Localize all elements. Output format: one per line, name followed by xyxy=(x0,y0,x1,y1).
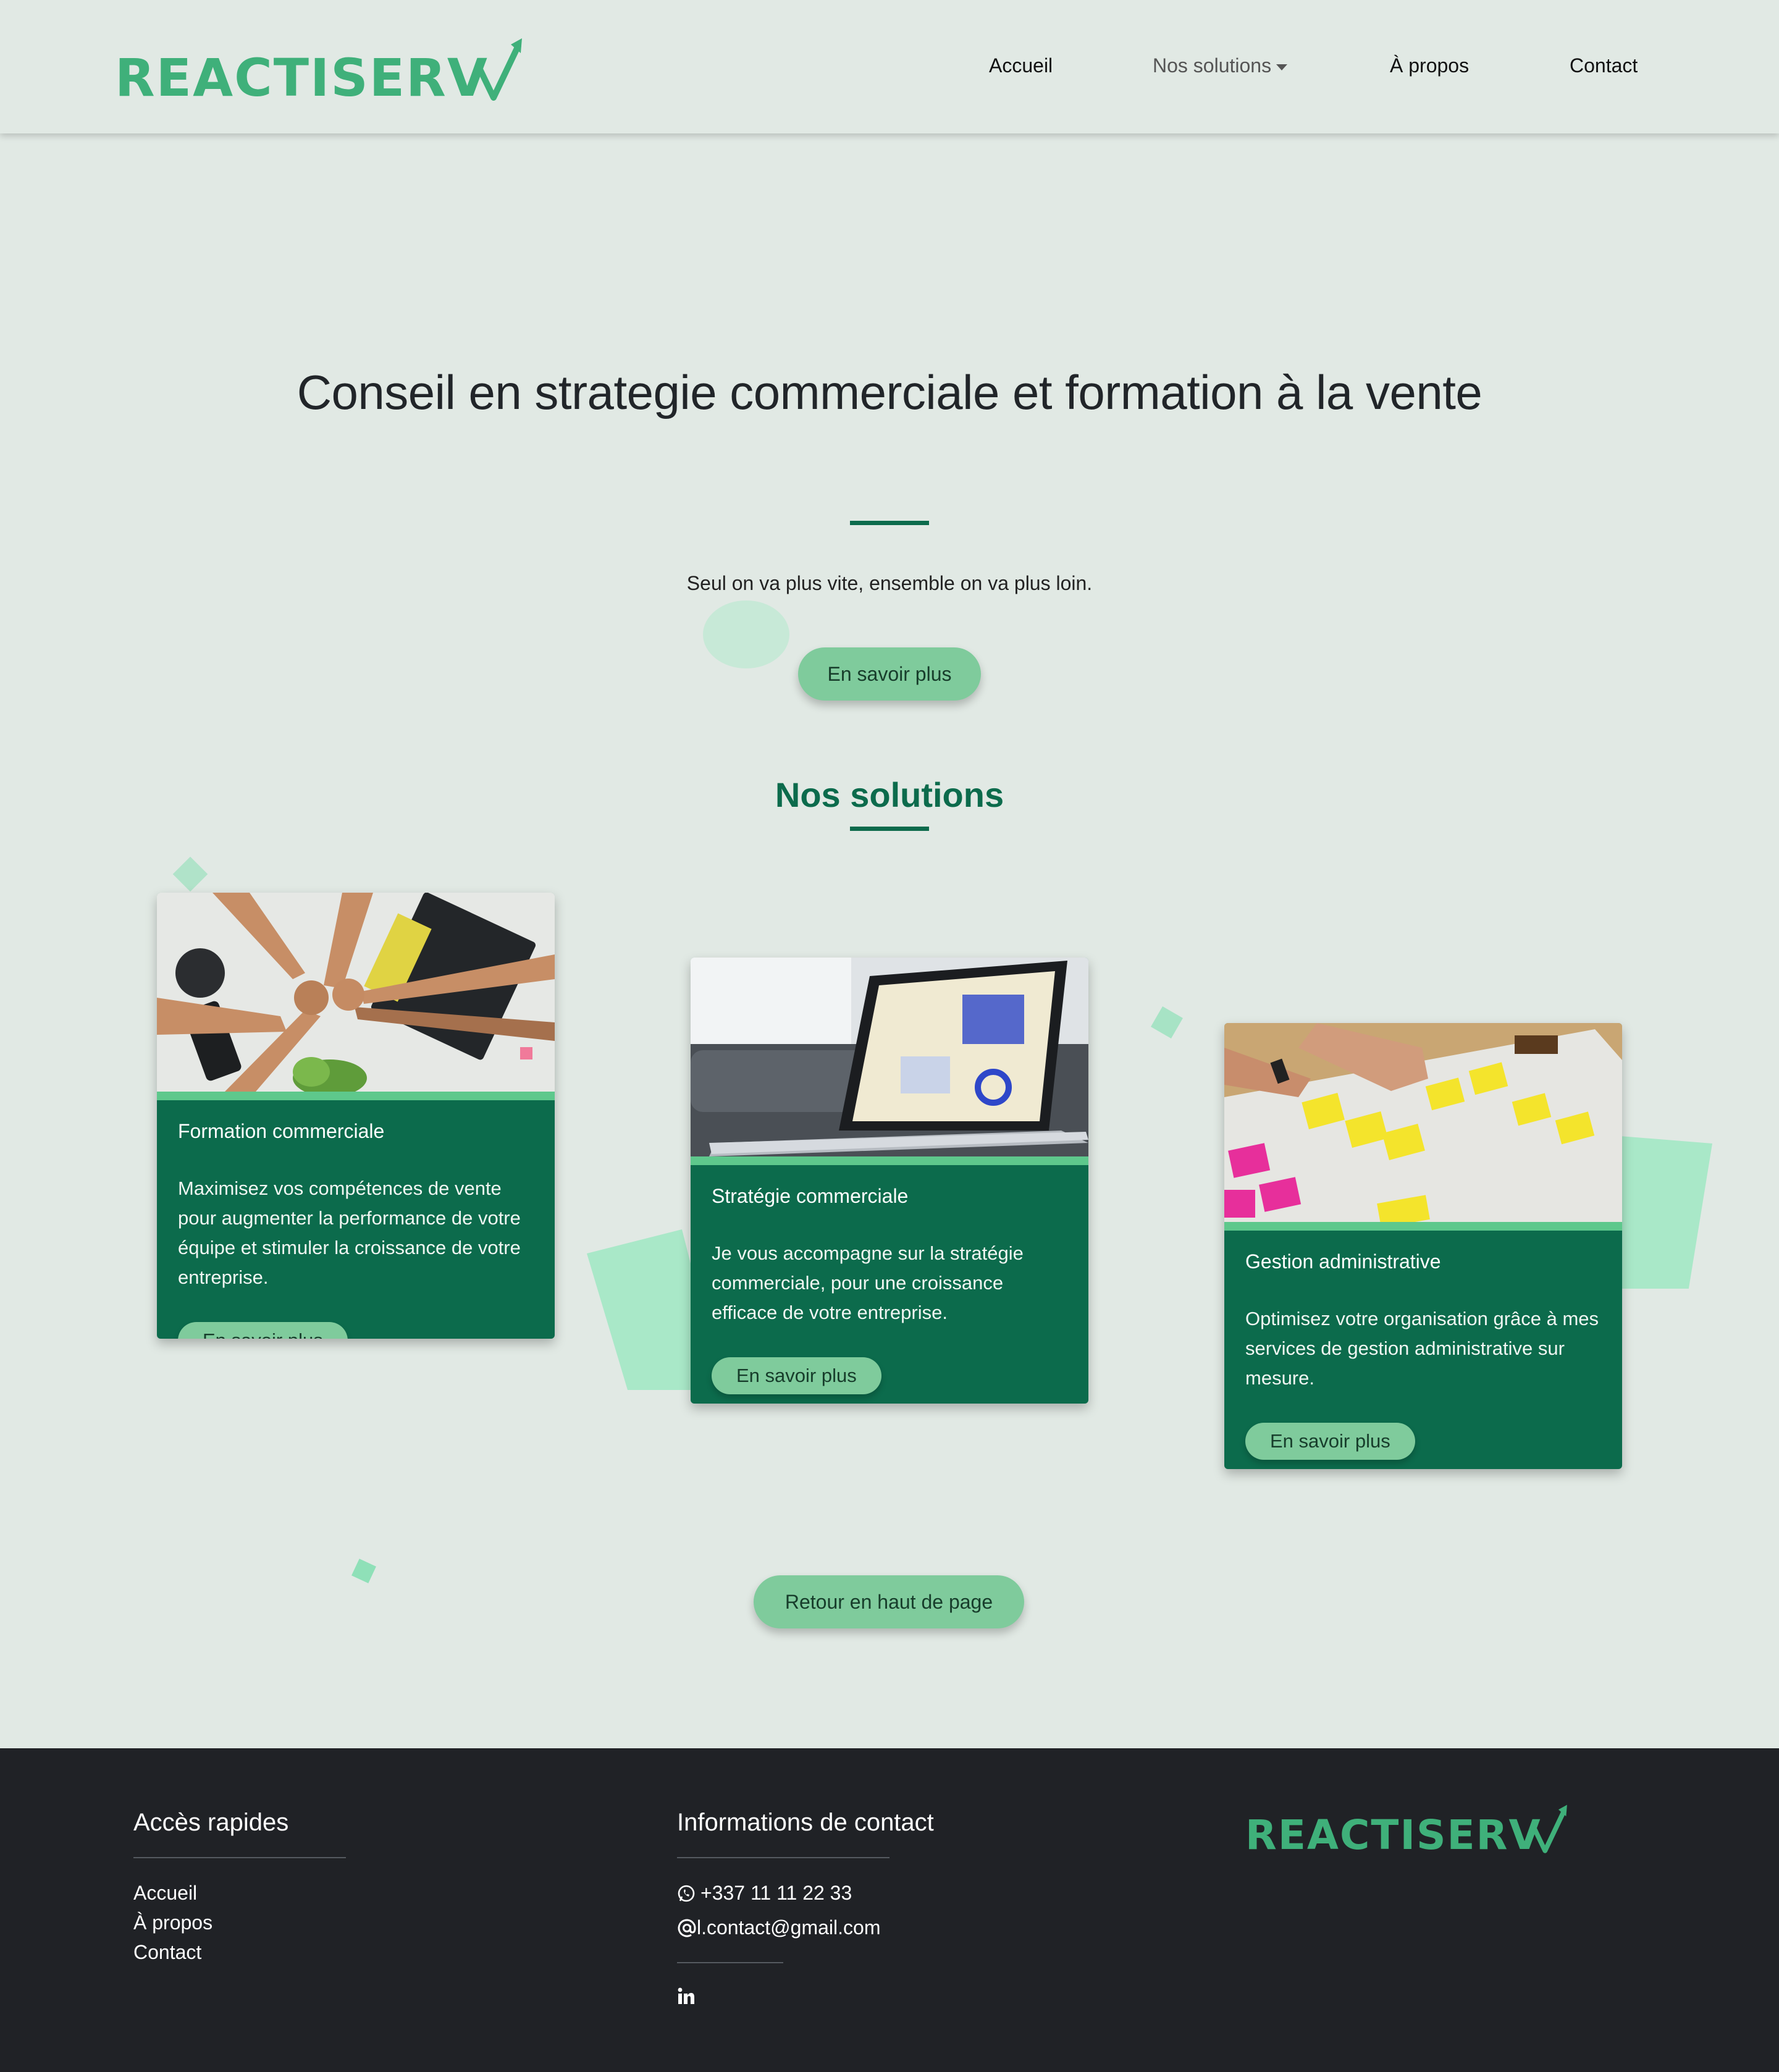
decorative-diamond xyxy=(351,1559,376,1583)
solutions-title: Nos solutions xyxy=(775,775,1004,814)
footer-link-a-propos[interactable]: À propos xyxy=(133,1911,212,1934)
back-to-top-button[interactable]: Retour en haut de page xyxy=(754,1575,1024,1628)
card-learn-more-button[interactable]: En savoir plus xyxy=(1245,1423,1415,1460)
footer-divider xyxy=(677,1962,783,1963)
laptop-dashboard-photo xyxy=(691,958,1088,1156)
card-accent-stripe xyxy=(157,1092,555,1100)
card-title: Gestion administrative xyxy=(1245,1250,1441,1273)
decorative-blob xyxy=(703,600,789,668)
footer-contact-title: Informations de contact xyxy=(677,1809,934,1836)
card-body: Formation commerciale Maximisez vos comp… xyxy=(157,1100,555,1339)
decorative-diamond xyxy=(172,856,208,892)
footer-phone-number: +337 11 11 22 33 xyxy=(700,1882,852,1904)
footer-quick-access-title: Accès rapides xyxy=(133,1809,289,1836)
sticky-notes-illustration xyxy=(1224,1023,1622,1222)
nav-item-accueil[interactable]: Accueil xyxy=(989,54,1053,77)
card-accent-stripe xyxy=(691,1156,1088,1165)
nav-item-nos-solutions[interactable]: Nos solutions xyxy=(1153,54,1288,77)
card-accent-stripe xyxy=(1224,1222,1622,1231)
team-hands-photo xyxy=(157,893,555,1092)
footer-logo-text: REACTISERV xyxy=(1245,1811,1542,1859)
solution-card-gestion: Gestion administrative Optimisez votre o… xyxy=(1224,1023,1622,1469)
hero-cta-button[interactable]: En savoir plus xyxy=(798,647,981,701)
whatsapp-icon xyxy=(678,1885,695,1901)
main-nav: Accueil Nos solutions À propos Contact xyxy=(0,54,1779,79)
navbar: REACTISERV Accueil Nos solutions À propo… xyxy=(0,0,1779,133)
laptop-dashboard-illustration xyxy=(691,958,1088,1156)
linkedin-link[interactable] xyxy=(677,1987,700,2005)
footer-email-address: l.contact@gmail.com xyxy=(697,1916,881,1939)
dropdown-caret-icon xyxy=(1276,64,1288,70)
decorative-diamond xyxy=(1151,1006,1183,1038)
sticky-notes-photo xyxy=(1224,1023,1622,1222)
solutions-divider xyxy=(850,827,929,831)
hero-tagline: Seul on va plus vite, ensemble on va plu… xyxy=(686,572,1093,594)
card-learn-more-button[interactable]: En savoir plus xyxy=(712,1357,881,1394)
logo-checkmark-icon xyxy=(1531,1805,1567,1853)
footer-phone[interactable]: +337 11 11 22 33 xyxy=(677,1882,852,1905)
card-text: Maximisez vos compétences de vente pour … xyxy=(178,1177,521,1288)
card-body: Gestion administrative Optimisez votre o… xyxy=(1224,1231,1622,1469)
footer-logo[interactable]: REACTISERV xyxy=(1245,1803,1569,1856)
card-text: Optimisez votre organisation grâce à mes… xyxy=(1245,1308,1599,1389)
footer-email[interactable]: l.contact@gmail.com xyxy=(677,1916,880,1939)
solution-card-strategie: Stratégie commerciale Je vous accompagne… xyxy=(691,958,1088,1404)
card-body: Stratégie commerciale Je vous accompagne… xyxy=(691,1165,1088,1404)
card-learn-more-button[interactable]: En savoir plus xyxy=(178,1322,348,1339)
footer-divider xyxy=(677,1857,890,1858)
team-hands-illustration xyxy=(157,893,555,1092)
at-icon xyxy=(678,1919,696,1937)
card-title: Stratégie commerciale xyxy=(712,1185,909,1207)
nav-item-contact[interactable]: Contact xyxy=(1570,54,1638,77)
hero-divider xyxy=(850,521,929,525)
footer xyxy=(0,1748,1779,2072)
linkedin-icon xyxy=(678,1987,694,2004)
footer-link-contact[interactable]: Contact xyxy=(133,1941,201,1964)
nav-item-a-propos[interactable]: À propos xyxy=(1390,54,1469,77)
card-title: Formation commerciale xyxy=(178,1120,385,1142)
hero-title: Conseil en strategie commerciale et form… xyxy=(296,365,1482,419)
footer-divider xyxy=(133,1857,346,1858)
footer-link-accueil[interactable]: Accueil xyxy=(133,1882,197,1905)
nav-item-nos-solutions-label: Nos solutions xyxy=(1153,54,1272,77)
card-text: Je vous accompagne sur la stratégie comm… xyxy=(712,1242,1024,1323)
solution-card-formation: Formation commerciale Maximisez vos comp… xyxy=(157,893,555,1339)
